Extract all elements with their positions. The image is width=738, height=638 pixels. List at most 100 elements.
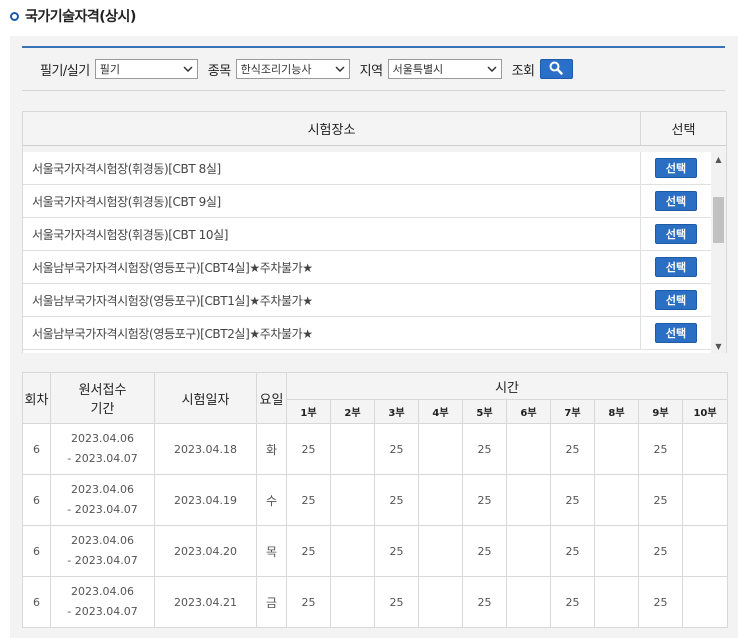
circle-bullet-icon [10, 11, 19, 21]
exam-type-select[interactable]: 필기 [94, 59, 198, 79]
scroll-thumb[interactable] [713, 197, 724, 243]
seat-count-cell [506, 474, 551, 526]
seat-count-cell: 25 [462, 423, 507, 475]
seat-count-cell: 25 [550, 525, 595, 577]
seat-count-cell [594, 423, 639, 475]
venue-name: 서울남부국가자격시험장(영등포구)[CBT4실]★주차불가★ [23, 251, 641, 283]
scroll-down-arrow-icon[interactable]: ▼ [711, 339, 726, 353]
venue-name: 서울국가자격시험장(휘경동)[CBT 10실] [23, 218, 641, 250]
venue-row: 서울국가자격시험장(휘경동)[CBT 8실] 선택 [23, 152, 726, 185]
exam-date-cell: 2023.04.18 [154, 423, 257, 475]
venue-table: 시험장소 선택 서울국가자격시험장(휘경동)[CBT 8실] 선택 서울국가자격… [22, 111, 727, 353]
seat-count-cell [330, 576, 375, 628]
application-period-cell: 2023.04.06 - 2023.04.07 [50, 576, 155, 628]
period-start: 2023.04.06 [71, 432, 134, 445]
seat-count-cell [418, 423, 463, 475]
seat-count-cell: 25 [638, 423, 683, 475]
seat-count-cell [681, 474, 729, 526]
page-header: 국가기술자격(상시) [0, 0, 738, 32]
seat-count-cell [506, 423, 551, 475]
header-session: 5부 [462, 399, 507, 424]
application-period-cell: 2023.04.06 - 2023.04.07 [50, 474, 155, 526]
region-label: 지역 [359, 63, 383, 79]
seat-count-cell: 25 [550, 474, 595, 526]
item-select[interactable]: 한식조리기능사 [235, 59, 350, 79]
seat-count-cell [506, 525, 551, 577]
select-venue-button[interactable]: 선택 [655, 290, 697, 310]
seat-count-cell [594, 474, 639, 526]
header-application-line2: 기간 [90, 402, 115, 417]
page-title: 국가기술자격(상시) [25, 9, 136, 25]
seat-count-cell: 25 [462, 474, 507, 526]
exam-date-cell: 2023.04.21 [154, 576, 257, 628]
period-end: - 2023.04.07 [67, 605, 138, 618]
chevron-down-icon [183, 64, 193, 75]
seat-count-cell [418, 576, 463, 628]
content-panel: 필기/실기 필기 종목 한식조리기능사 지역 서울특별시 조회 시험장소 선택 … [10, 36, 738, 638]
period-end: - 2023.04.07 [67, 503, 138, 516]
venue-row: 서울국가자격시험장(휘경동)[CBT 9실] 선택 [23, 185, 726, 218]
seat-count-cell: 25 [374, 525, 419, 577]
round-cell: 6 [22, 474, 51, 526]
header-session: 9부 [638, 399, 683, 424]
select-venue-button[interactable]: 선택 [655, 158, 697, 178]
header-session: 1부 [286, 399, 331, 424]
select-venue-button[interactable]: 선택 [655, 191, 697, 211]
venue-row: 서울남부국가자격시험장(영등포구)[CBT1실]★주차불가★ 선택 [23, 284, 726, 317]
seat-count-cell: 25 [286, 576, 331, 628]
seat-count-cell: 25 [462, 576, 507, 628]
seat-count-cell: 25 [286, 474, 331, 526]
schedule-row: 6 2023.04.06- 2023.04.07 2023.04.21 금 25 25 25… [22, 576, 729, 628]
venue-header-name: 시험장소 [23, 112, 641, 145]
venue-name: 서울남부국가자격시험장(영등포구)[CBT2실]★주차불가★ [23, 317, 641, 349]
venue-row: 서울남부국가자격시험장(영등포구)[CBT4실]★주차불가★ 선택 [23, 251, 726, 284]
select-venue-button[interactable]: 선택 [655, 323, 697, 343]
seat-count-cell: 25 [374, 474, 419, 526]
seat-count-cell: 25 [374, 423, 419, 475]
period-start: 2023.04.06 [71, 534, 134, 547]
venue-row: 서울남부국가자격시험장(영등포구)[CBT2실]★주차불가★ 선택 [23, 317, 726, 350]
seat-count-cell: 25 [638, 474, 683, 526]
seat-count-cell [681, 423, 729, 475]
scroll-up-arrow-icon[interactable]: ▲ [711, 152, 726, 166]
select-venue-button[interactable]: 선택 [655, 257, 697, 277]
seat-count-cell: 25 [462, 525, 507, 577]
header-session: 8부 [594, 399, 639, 424]
header-weekday: 요일 [256, 372, 287, 424]
seat-count-cell: 25 [374, 576, 419, 628]
exam-type-label: 필기/실기 [40, 63, 90, 79]
venue-name: 서울국가자격시험장(휘경동)[CBT 8실] [23, 152, 641, 184]
venue-table-header: 시험장소 선택 [23, 112, 726, 146]
venue-name: 서울남부국가자격시험장(영등포구)[CBT1실]★주차불가★ [23, 284, 641, 316]
seat-count-cell: 25 [638, 525, 683, 577]
seat-count-cell [594, 576, 639, 628]
seat-count-cell [330, 423, 375, 475]
search-icon [549, 61, 563, 78]
seat-count-cell [330, 474, 375, 526]
item-value: 한식조리기능사 [240, 63, 312, 76]
schedule-row: 6 2023.04.06- 2023.04.07 2023.04.19 수 25 25 25… [22, 474, 729, 526]
venue-name: 서울국가자격시험장(휘경동)[CBT 9실] [23, 185, 641, 217]
region-select[interactable]: 서울특별시 [387, 59, 502, 79]
weekday-cell: 수 [256, 474, 287, 526]
schedule-table: 회차 원서접수 기간 시험일자 요일 시간 1부 2부 3부 4부 5부 6부 … [22, 372, 729, 628]
header-time: 시간 [285, 372, 729, 400]
round-cell: 6 [22, 525, 51, 577]
venue-list: 서울국가자격시험장(휘경동)[CBT 8실] 선택 서울국가자격시험장(휘경동)… [23, 152, 726, 353]
filter-bar: 필기/실기 필기 종목 한식조리기능사 지역 서울특별시 조회 [22, 46, 725, 91]
venue-scrollbar[interactable]: ▲ ▼ [711, 152, 726, 353]
period-start: 2023.04.06 [71, 585, 134, 598]
seat-count-cell: 25 [286, 525, 331, 577]
seat-count-cell [681, 576, 729, 628]
exam-date-cell: 2023.04.19 [154, 474, 257, 526]
period-end: - 2023.04.07 [67, 452, 138, 465]
select-venue-button[interactable]: 선택 [655, 224, 697, 244]
weekday-cell: 목 [256, 525, 287, 577]
seat-count-cell [330, 525, 375, 577]
header-session: 2부 [330, 399, 375, 424]
round-cell: 6 [22, 423, 51, 475]
period-end: - 2023.04.07 [67, 554, 138, 567]
round-cell: 6 [22, 576, 51, 628]
seat-count-cell [418, 525, 463, 577]
search-button[interactable] [539, 59, 573, 79]
